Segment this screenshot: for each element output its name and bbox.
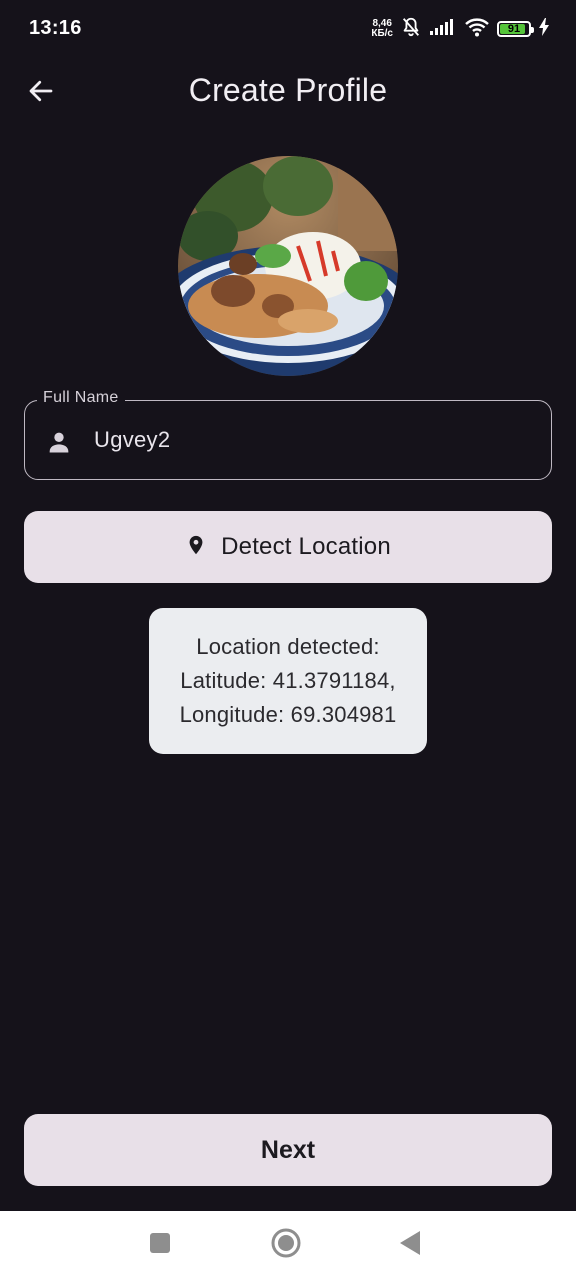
status-bar: 13:16 8,46 КБ/с 91: [0, 0, 576, 58]
mute-bell-icon: [400, 16, 422, 43]
profile-photo: [178, 156, 398, 376]
longitude-text: Longitude: 69.304981: [179, 702, 397, 727]
recents-button[interactable]: [142, 1227, 178, 1263]
person-icon: [45, 428, 73, 456]
battery-icon: 91: [497, 21, 534, 37]
profile-avatar[interactable]: [178, 156, 398, 376]
full-name-field[interactable]: Full Name Ugvey2: [24, 389, 552, 480]
signal-icon: [429, 17, 457, 42]
wifi-icon: [464, 16, 490, 43]
status-time: 13:16: [29, 17, 82, 39]
battery-percent: 91: [507, 23, 521, 35]
full-name-label: Full Name: [37, 389, 125, 407]
home-circle-icon: [270, 1227, 302, 1264]
app-bar: Create Profile: [0, 58, 576, 126]
network-speed-unit: КБ/с: [371, 28, 393, 39]
back-triangle-icon: [398, 1230, 422, 1261]
system-nav-bar: [0, 1211, 576, 1280]
latitude-text: Latitude: 41.3791184,: [180, 668, 396, 693]
full-name-input[interactable]: Ugvey2: [94, 427, 170, 453]
status-icons: 8,46 КБ/с 91: [371, 16, 550, 42]
page-title: Create Profile: [188, 72, 388, 108]
next-button[interactable]: Next: [24, 1114, 552, 1186]
location-result-card: Location detected: Latitude: 41.3791184,…: [149, 608, 427, 754]
next-label: Next: [260, 1135, 316, 1164]
home-button[interactable]: [268, 1227, 304, 1263]
charging-icon: [538, 17, 550, 41]
recents-square-icon: [148, 1231, 172, 1260]
battery-tip: [531, 27, 534, 33]
location-status-text: Location detected:: [196, 634, 380, 659]
detect-location-label: Detect Location: [221, 533, 391, 560]
network-speed: 8,46 КБ/с: [371, 19, 393, 39]
location-pin-icon: [185, 532, 207, 563]
detect-location-button[interactable]: Detect Location: [24, 511, 552, 583]
back-nav-button[interactable]: [392, 1227, 428, 1263]
screen: 13:16 8,46 КБ/с 91 Create Profile Full N…: [0, 0, 576, 1280]
